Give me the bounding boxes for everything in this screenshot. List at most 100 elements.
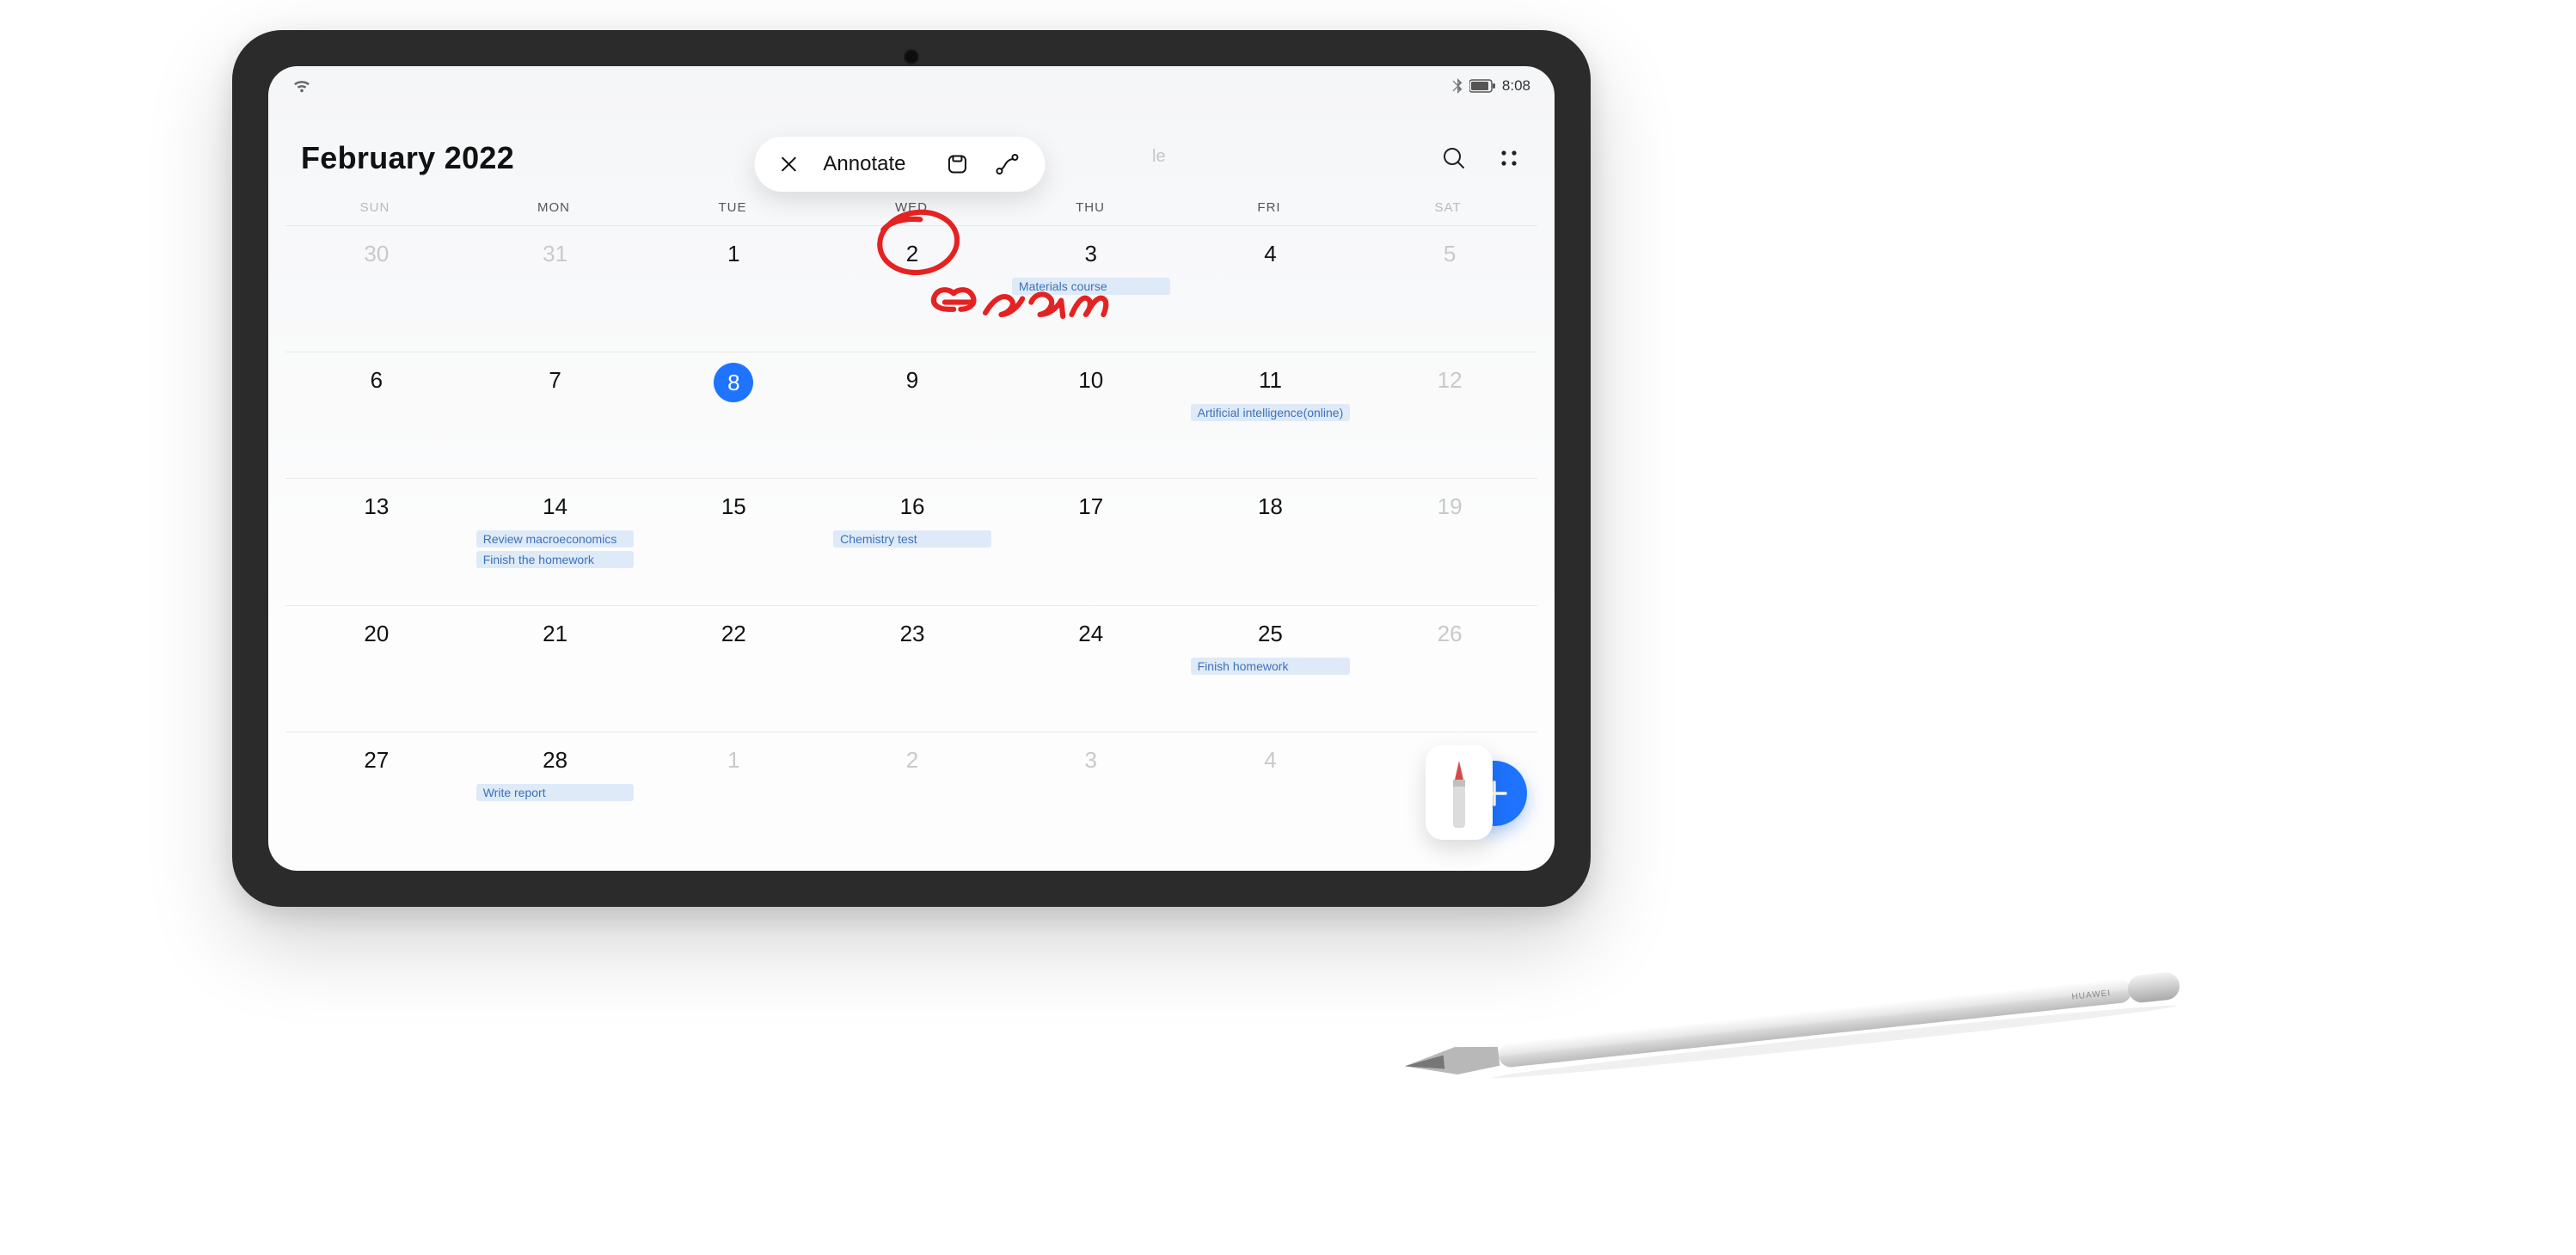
calendar-cell[interactable]: 21 <box>464 605 643 732</box>
calendar-grid: 3031123Materials course4567891011Artific… <box>268 225 1555 858</box>
annotate-label: Annotate <box>823 152 905 176</box>
fab-area <box>1432 750 1527 845</box>
calendar-cell[interactable]: 19 <box>1359 478 1537 604</box>
pen-tool-button[interactable] <box>1426 745 1493 840</box>
day-number: 24 <box>1070 616 1112 651</box>
calendar-event[interactable]: Artificial intelligence(online) <box>1191 404 1351 421</box>
day-number: 21 <box>535 616 576 651</box>
day-headers: SUNMONTUEWEDTHUFRISAT <box>268 195 1555 225</box>
calendar-cell[interactable]: 20 <box>285 605 464 732</box>
day-number: 14 <box>535 489 576 523</box>
day-number: 7 <box>535 363 576 397</box>
day-number: 19 <box>1429 489 1470 523</box>
day-number: 20 <box>356 616 397 651</box>
day-number: 25 <box>1249 616 1291 651</box>
day-number: 8 <box>714 363 753 402</box>
calendar-cell[interactable]: 24 <box>1000 605 1179 732</box>
day-number: 26 <box>1429 616 1470 651</box>
calendar-event[interactable]: Write report <box>476 784 635 801</box>
calendar-cell[interactable]: 25 Finish homework <box>1179 605 1359 732</box>
calendar-cell[interactable]: 16 Chemistry test <box>821 478 1000 604</box>
pen-path-button[interactable] <box>992 149 1023 180</box>
calendar-cell[interactable]: 7 <box>464 352 643 478</box>
calendar-cell[interactable]: 14 Review macroeconomics Finish the homewo… <box>464 478 643 604</box>
day-number: 28 <box>535 743 576 777</box>
calendar-cell[interactable]: 3 <box>1000 732 1179 858</box>
bluetooth-icon <box>1452 78 1463 94</box>
stylus-pen: HUAWEI <box>1402 959 2193 1195</box>
calendar-event[interactable]: Finish homework <box>1191 658 1351 675</box>
day-number: 16 <box>892 489 933 523</box>
day-number: 5 <box>1429 236 1470 271</box>
battery-icon <box>1469 79 1495 93</box>
day-number: 30 <box>356 236 397 271</box>
calendar-cell[interactable]: 26 <box>1359 605 1537 732</box>
day-number: 2 <box>892 743 933 777</box>
day-number: 4 <box>1249 236 1291 271</box>
day-number: 1 <box>713 743 754 777</box>
day-number: 6 <box>356 363 397 397</box>
hint-fragment: le <box>1152 147 1166 167</box>
save-note-button[interactable] <box>942 149 973 180</box>
day-number: 9 <box>892 363 933 397</box>
status-time: 8:08 <box>1502 77 1530 95</box>
day-number: 17 <box>1070 489 1112 523</box>
calendar-cell[interactable]: 17 <box>1000 478 1179 604</box>
calendar-cell[interactable]: 18 <box>1179 478 1359 604</box>
calendar-cell[interactable]: 4 <box>1179 225 1359 352</box>
calendar-cell[interactable]: 11 Artificial intelligence(online) <box>1179 352 1359 478</box>
tablet-frame: 8:08 February 2022 le Annotate <box>232 30 1591 907</box>
month-title: February 2022 <box>301 140 514 176</box>
day-number: 15 <box>713 489 754 523</box>
calendar-event[interactable]: Finish the homework <box>476 551 635 568</box>
day-number: 3 <box>1070 743 1112 777</box>
calendar-event[interactable]: Chemistry test <box>833 530 991 548</box>
calendar-cell[interactable]: 3 Materials course <box>1000 225 1179 352</box>
calendar-cell[interactable]: 6 <box>285 352 464 478</box>
calendar-cell[interactable]: 8 <box>642 352 821 478</box>
calendar-cell[interactable]: 22 <box>642 605 821 732</box>
calendar-cell[interactable]: 2 <box>821 225 1000 352</box>
calendar-cell[interactable]: 10 <box>1000 352 1179 478</box>
annotate-toolbar[interactable]: Annotate <box>754 137 1045 192</box>
day-header: MON <box>464 195 643 225</box>
day-header: THU <box>1001 195 1180 225</box>
calendar-header: February 2022 le Annotate <box>268 97 1555 192</box>
day-number: 12 <box>1429 363 1470 397</box>
calendar-cell[interactable]: 28 Write report <box>464 732 643 858</box>
day-number: 27 <box>356 743 397 777</box>
day-header: TUE <box>643 195 822 225</box>
calendar-event[interactable]: Review macroeconomics <box>476 530 635 548</box>
day-number: 1 <box>713 236 754 271</box>
calendar-cell[interactable]: 12 <box>1359 352 1537 478</box>
day-number: 10 <box>1070 363 1112 397</box>
calendar-cell[interactable]: 1 <box>642 732 821 858</box>
calendar-cell[interactable]: 23 <box>821 605 1000 732</box>
day-number: 2 <box>892 236 933 271</box>
day-number: 4 <box>1249 743 1291 777</box>
calendar-cell[interactable]: 31 <box>464 225 643 352</box>
more-button[interactable] <box>1494 144 1524 173</box>
day-number: 13 <box>356 489 397 523</box>
search-button[interactable] <box>1439 144 1469 173</box>
calendar-cell[interactable]: 2 <box>821 732 1000 858</box>
day-number: 22 <box>713 616 754 651</box>
calendar-cell[interactable]: 13 <box>285 478 464 604</box>
close-annotate-button[interactable] <box>773 149 804 180</box>
day-number: 11 <box>1249 363 1291 397</box>
calendar-cell[interactable]: 4 <box>1179 732 1359 858</box>
calendar-cell[interactable]: 9 <box>821 352 1000 478</box>
calendar-cell[interactable]: 30 <box>285 225 464 352</box>
day-header: SAT <box>1359 195 1537 225</box>
day-header: SUN <box>285 195 464 225</box>
wifi-icon <box>292 78 311 94</box>
calendar-cell[interactable]: 1 <box>642 225 821 352</box>
calendar-cell[interactable]: 15 <box>642 478 821 604</box>
screen: 8:08 February 2022 le Annotate <box>268 66 1555 871</box>
status-bar: 8:08 <box>268 66 1555 97</box>
day-number: 3 <box>1070 236 1112 271</box>
day-number: 23 <box>892 616 933 651</box>
calendar-cell[interactable]: 5 <box>1359 225 1537 352</box>
calendar-cell[interactable]: 27 <box>285 732 464 858</box>
calendar-event[interactable]: Materials course <box>1012 278 1170 295</box>
